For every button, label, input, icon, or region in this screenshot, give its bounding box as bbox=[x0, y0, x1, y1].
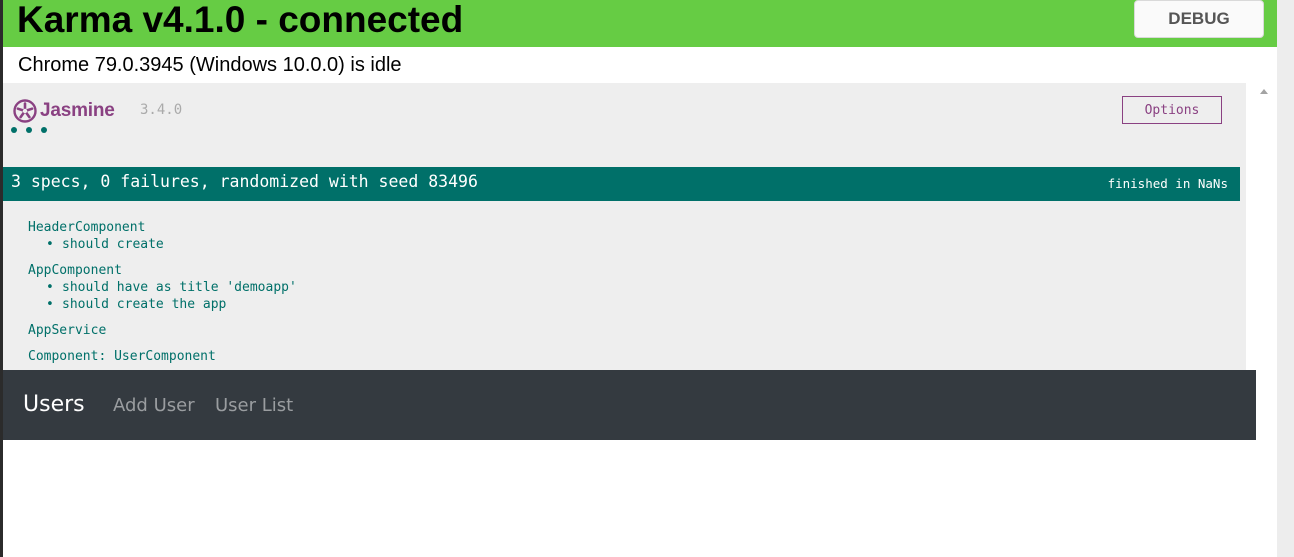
bullet-icon: • bbox=[46, 237, 54, 252]
suite-name[interactable]: AppComponent bbox=[28, 262, 297, 279]
right-window-panel bbox=[1277, 0, 1294, 557]
scroll-up-arrow-icon[interactable] bbox=[1260, 89, 1268, 94]
duration-text: finished in NaNs bbox=[1107, 176, 1228, 191]
bullet-icon: • bbox=[46, 297, 54, 312]
jasmine-flower-icon bbox=[13, 99, 37, 123]
suite-name[interactable]: Component: UserComponent bbox=[28, 348, 297, 365]
app-navbar: Users Add User User List bbox=[3, 370, 1256, 440]
passed-spec-dot bbox=[11, 127, 17, 133]
spec-item[interactable]: • should have as title 'demoapp' bbox=[28, 279, 297, 296]
suite-name[interactable]: AppService bbox=[28, 322, 297, 339]
spec-item[interactable]: • should create bbox=[28, 236, 297, 253]
options-button[interactable]: Options bbox=[1122, 96, 1222, 124]
test-runner-frame: Jasmine 3.4.0 Options 3 specs, 0 failure… bbox=[3, 83, 1257, 557]
summary-text[interactable]: 3 specs, 0 failures, randomized with see… bbox=[11, 172, 478, 191]
spec-label: should create the app bbox=[62, 297, 227, 312]
browser-status: Chrome 79.0.3945 (Windows 10.0.0) is idl… bbox=[18, 54, 402, 76]
spec-item[interactable]: • should create the app bbox=[28, 296, 297, 313]
navbar-brand[interactable]: Users bbox=[23, 392, 85, 417]
debug-button[interactable]: DEBUG bbox=[1134, 0, 1264, 38]
spec-label: should have as title 'demoapp' bbox=[62, 280, 297, 295]
spec-label: should create bbox=[62, 237, 164, 252]
jasmine-logo: Jasmine bbox=[13, 99, 115, 123]
suite-name[interactable]: HeaderComponent bbox=[28, 219, 297, 236]
karma-title: Karma v4.1.0 - connected bbox=[17, 0, 464, 40]
bullet-icon: • bbox=[46, 280, 54, 295]
passed-spec-dot bbox=[41, 127, 47, 133]
passed-spec-dot bbox=[26, 127, 32, 133]
jasmine-logo-text: Jasmine bbox=[40, 100, 115, 121]
nav-link-user-list[interactable]: User List bbox=[215, 395, 293, 416]
jasmine-reporter: Jasmine 3.4.0 Options 3 specs, 0 failure… bbox=[3, 83, 1246, 370]
spec-results: HeaderComponent • should create AppCompon… bbox=[28, 219, 297, 365]
jasmine-version: 3.4.0 bbox=[140, 102, 183, 118]
spec-status-dots bbox=[11, 127, 47, 133]
nav-link-add-user[interactable]: Add User bbox=[113, 395, 195, 416]
summary-bar: 3 specs, 0 failures, randomized with see… bbox=[3, 167, 1240, 201]
karma-banner: Karma v4.1.0 - connected DEBUG bbox=[3, 0, 1277, 47]
